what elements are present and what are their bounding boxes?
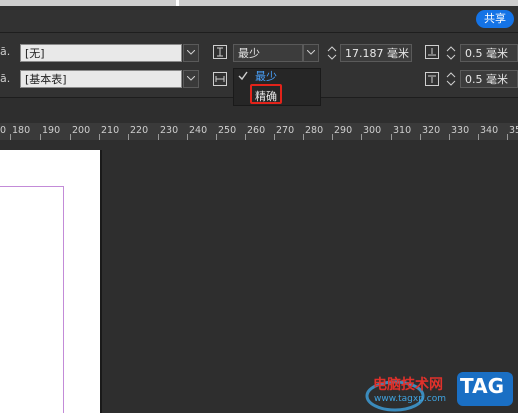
top-inset-icon xyxy=(425,45,439,59)
chevron-down-icon xyxy=(187,76,195,81)
page-margin-guide xyxy=(63,186,64,413)
watermark-url: www.tagxp.com xyxy=(374,394,446,404)
ruler-label: 250 xyxy=(218,125,237,136)
table-style-dropdown-button[interactable] xyxy=(183,70,199,88)
bottom-inset-icon xyxy=(425,72,439,86)
ruler-label: 290 xyxy=(334,125,353,136)
watermark-tag: TAG xyxy=(460,374,504,398)
top-inset-stepper-icon[interactable] xyxy=(445,44,457,62)
ruler-label: 210 xyxy=(101,125,120,136)
chevron-down-icon xyxy=(307,50,315,55)
ruler-label: 280 xyxy=(305,125,324,136)
table-style-label: ā. xyxy=(0,72,11,85)
ruler-label: 220 xyxy=(130,125,149,136)
ruler-label: 340 xyxy=(480,125,499,136)
page-margin-guide xyxy=(0,186,63,187)
chevron-down-icon xyxy=(187,50,195,55)
top-inset-input[interactable]: 0.5 毫米 xyxy=(460,44,518,62)
column-width-icon xyxy=(213,72,227,86)
cell-style-dropdown-button[interactable] xyxy=(183,44,199,62)
ruler-label: 0 xyxy=(0,125,7,136)
document-page[interactable] xyxy=(0,150,100,413)
ruler-label: 35 xyxy=(509,125,518,136)
bottom-inset-input[interactable]: 0.5 毫米 xyxy=(460,70,518,88)
checkmark-icon xyxy=(238,71,248,81)
cell-style-select[interactable]: [无] xyxy=(20,44,182,62)
menu-item-minimum[interactable]: 最少 xyxy=(255,68,277,84)
height-stepper-icon[interactable] xyxy=(326,44,338,62)
ruler-label: 320 xyxy=(422,125,441,136)
share-button[interactable]: 共享 xyxy=(476,10,514,28)
ruler-label: 310 xyxy=(393,125,412,136)
ruler-label: 300 xyxy=(363,125,382,136)
row-height-mode-dropdown-button[interactable] xyxy=(303,44,319,62)
ruler-label: 200 xyxy=(72,125,91,136)
row-height-input[interactable]: 17.187 毫米 xyxy=(340,44,412,62)
ruler-label: 230 xyxy=(160,125,179,136)
ruler-label: 270 xyxy=(276,125,295,136)
ruler-label: 260 xyxy=(247,125,266,136)
cell-style-label: ā. xyxy=(0,45,11,58)
ruler-label: 180 xyxy=(12,125,31,136)
table-style-select[interactable]: [基本表] xyxy=(20,70,182,88)
bottom-inset-stepper-icon[interactable] xyxy=(445,70,457,88)
ruler-label: 190 xyxy=(42,125,61,136)
row-height-icon xyxy=(213,45,227,59)
watermark-site-name: 电脑技术网 xyxy=(373,377,443,393)
ruler-label: 330 xyxy=(451,125,470,136)
ruler-label: 240 xyxy=(189,125,208,136)
app-bar xyxy=(0,6,518,33)
menu-item-exact[interactable]: 精确 xyxy=(255,88,277,104)
row-height-mode-select[interactable]: 最少 xyxy=(233,44,303,62)
